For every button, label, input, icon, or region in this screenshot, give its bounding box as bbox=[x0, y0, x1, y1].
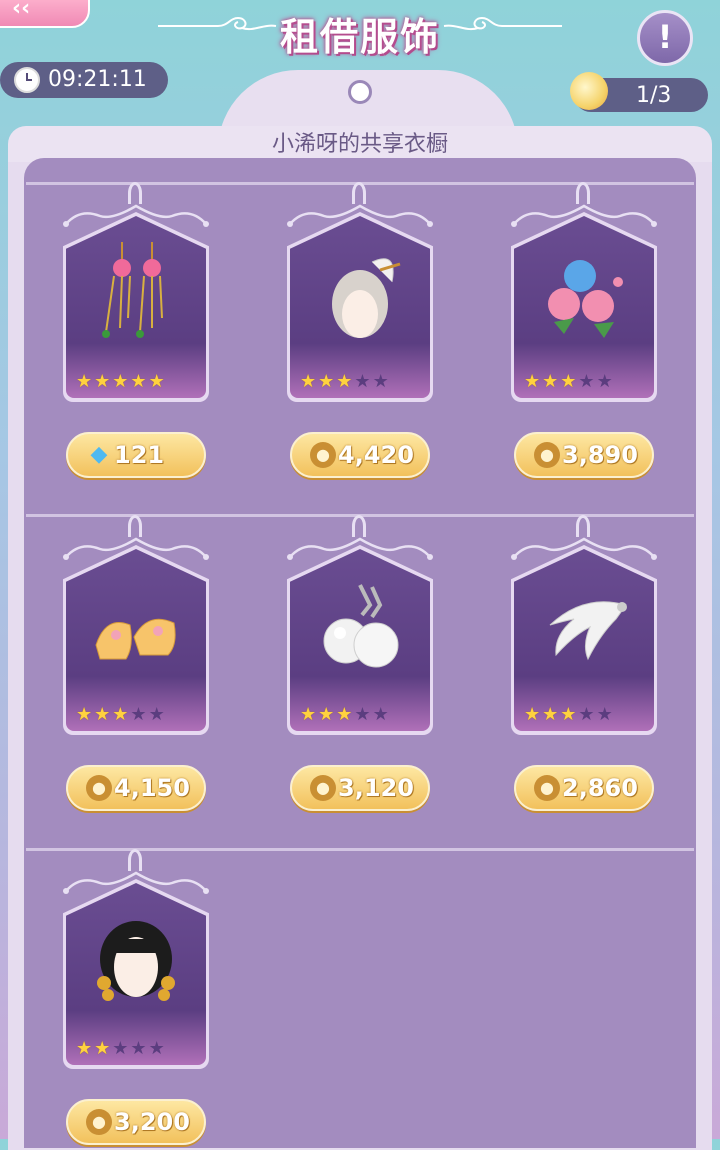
rent-price-button[interactable]: ◆ 121 bbox=[66, 432, 206, 478]
star-filled-icon: ★ bbox=[300, 371, 317, 392]
star-empty-icon: ★ bbox=[112, 1038, 129, 1059]
hanger-hook-icon bbox=[128, 182, 142, 204]
star-rating: ★ ★ ★ ★ ★ bbox=[524, 372, 644, 392]
coin-icon: ● bbox=[86, 1109, 112, 1135]
star-filled-icon: ★ bbox=[130, 371, 147, 392]
star-empty-icon: ★ bbox=[354, 371, 371, 392]
star-filled-icon: ★ bbox=[560, 371, 577, 392]
item-artwork bbox=[534, 242, 634, 352]
star-filled-icon: ★ bbox=[524, 371, 541, 392]
rent-price-button[interactable]: ● 3,890 bbox=[514, 432, 654, 478]
star-filled-icon: ★ bbox=[112, 704, 129, 725]
rent-price-button[interactable]: ● 4,150 bbox=[66, 765, 206, 811]
rental-item-pearl-earrings[interactable]: ★ ★ ★ ★ ★ ● 3,120 bbox=[287, 515, 433, 815]
title-flourish-right-icon bbox=[443, 16, 562, 31]
star-filled-icon: ★ bbox=[94, 1038, 111, 1059]
rental-item-golden-shoes[interactable]: ★ ★ ★ ★ ★ ● 4,150 bbox=[63, 515, 209, 815]
star-filled-icon: ★ bbox=[336, 704, 353, 725]
info-button[interactable]: ! bbox=[637, 10, 693, 66]
price-value: 2,860 bbox=[562, 774, 638, 802]
star-empty-icon: ★ bbox=[130, 1038, 147, 1059]
star-empty-icon: ★ bbox=[148, 1038, 165, 1059]
page-title: 租借服饰 bbox=[279, 15, 440, 59]
star-rating: ★ ★ ★ ★ ★ bbox=[76, 705, 196, 725]
coin-icon: ● bbox=[310, 442, 336, 468]
star-filled-icon: ★ bbox=[542, 371, 559, 392]
hanger-hook-icon bbox=[128, 515, 142, 537]
star-rating: ★ ★ ★ ★ ★ bbox=[300, 372, 420, 392]
item-artwork bbox=[310, 242, 410, 352]
star-filled-icon: ★ bbox=[524, 704, 541, 725]
price-value: 3,200 bbox=[114, 1108, 190, 1136]
item-artwork bbox=[534, 575, 634, 685]
star-filled-icon: ★ bbox=[148, 371, 165, 392]
star-empty-icon: ★ bbox=[372, 704, 389, 725]
star-filled-icon: ★ bbox=[300, 704, 317, 725]
hanger-hook-icon bbox=[352, 182, 366, 204]
star-filled-icon: ★ bbox=[76, 1038, 93, 1059]
price-value: 3,120 bbox=[338, 774, 414, 802]
hanger-hook-icon bbox=[352, 515, 366, 537]
star-empty-icon: ★ bbox=[596, 371, 613, 392]
price-value: 121 bbox=[114, 441, 165, 469]
item-artwork bbox=[86, 242, 186, 352]
star-rating: ★ ★ ★ ★ ★ bbox=[76, 1039, 196, 1059]
diamond-icon: ◆ bbox=[90, 442, 108, 467]
hanger-hook-icon bbox=[576, 515, 590, 537]
rental-item-black-braided-hair[interactable]: ★ ★ ★ ★ ★ ● 3,200 bbox=[63, 849, 209, 1149]
star-filled-icon: ★ bbox=[76, 371, 93, 392]
star-filled-icon: ★ bbox=[318, 704, 335, 725]
price-value: 4,150 bbox=[114, 774, 190, 802]
star-filled-icon: ★ bbox=[336, 371, 353, 392]
rent-price-button[interactable]: ● 3,200 bbox=[66, 1099, 206, 1145]
rental-item-earrings-pink[interactable]: ★ ★ ★ ★ ★ ◆ 121 bbox=[63, 182, 209, 482]
star-empty-icon: ★ bbox=[354, 704, 371, 725]
price-value: 3,890 bbox=[562, 441, 638, 469]
star-empty-icon: ★ bbox=[130, 704, 147, 725]
star-rating: ★ ★ ★ ★ ★ bbox=[76, 372, 196, 392]
rent-price-button[interactable]: ● 4,420 bbox=[290, 432, 430, 478]
item-artwork bbox=[310, 575, 410, 685]
star-filled-icon: ★ bbox=[76, 704, 93, 725]
star-filled-icon: ★ bbox=[542, 704, 559, 725]
wardrobe-knob-icon bbox=[348, 80, 372, 104]
star-filled-icon: ★ bbox=[318, 371, 335, 392]
hanger-hook-icon bbox=[128, 849, 142, 871]
coin-icon: ● bbox=[534, 442, 560, 468]
coin-icon: ● bbox=[86, 775, 112, 801]
star-filled-icon: ★ bbox=[560, 704, 577, 725]
star-rating: ★ ★ ★ ★ ★ bbox=[524, 705, 644, 725]
star-filled-icon: ★ bbox=[112, 371, 129, 392]
item-artwork bbox=[86, 575, 186, 685]
star-empty-icon: ★ bbox=[596, 704, 613, 725]
coin-icon: ● bbox=[310, 775, 336, 801]
rent-price-button[interactable]: ● 2,860 bbox=[514, 765, 654, 811]
star-empty-icon: ★ bbox=[578, 371, 595, 392]
star-rating: ★ ★ ★ ★ ★ bbox=[300, 705, 420, 725]
item-artwork bbox=[86, 909, 186, 1019]
star-filled-icon: ★ bbox=[94, 704, 111, 725]
wardrobe-owner-title: 小浠呀的共享衣橱 bbox=[271, 132, 448, 157]
star-empty-icon: ★ bbox=[578, 704, 595, 725]
star-filled-icon: ★ bbox=[94, 371, 111, 392]
coin-icon: ● bbox=[534, 775, 560, 801]
star-empty-icon: ★ bbox=[372, 371, 389, 392]
hanger-hook-icon bbox=[576, 182, 590, 204]
rental-item-white-curl-hair[interactable]: ★ ★ ★ ★ ★ ● 4,420 bbox=[287, 182, 433, 482]
price-value: 4,420 bbox=[338, 441, 414, 469]
rental-item-rose-accessory[interactable]: ★ ★ ★ ★ ★ ● 3,890 bbox=[511, 182, 657, 482]
rent-price-button[interactable]: ● 3,120 bbox=[290, 765, 430, 811]
rental-item-feather-accessory[interactable]: ★ ★ ★ ★ ★ ● 2,860 bbox=[511, 515, 657, 815]
star-empty-icon: ★ bbox=[148, 704, 165, 725]
